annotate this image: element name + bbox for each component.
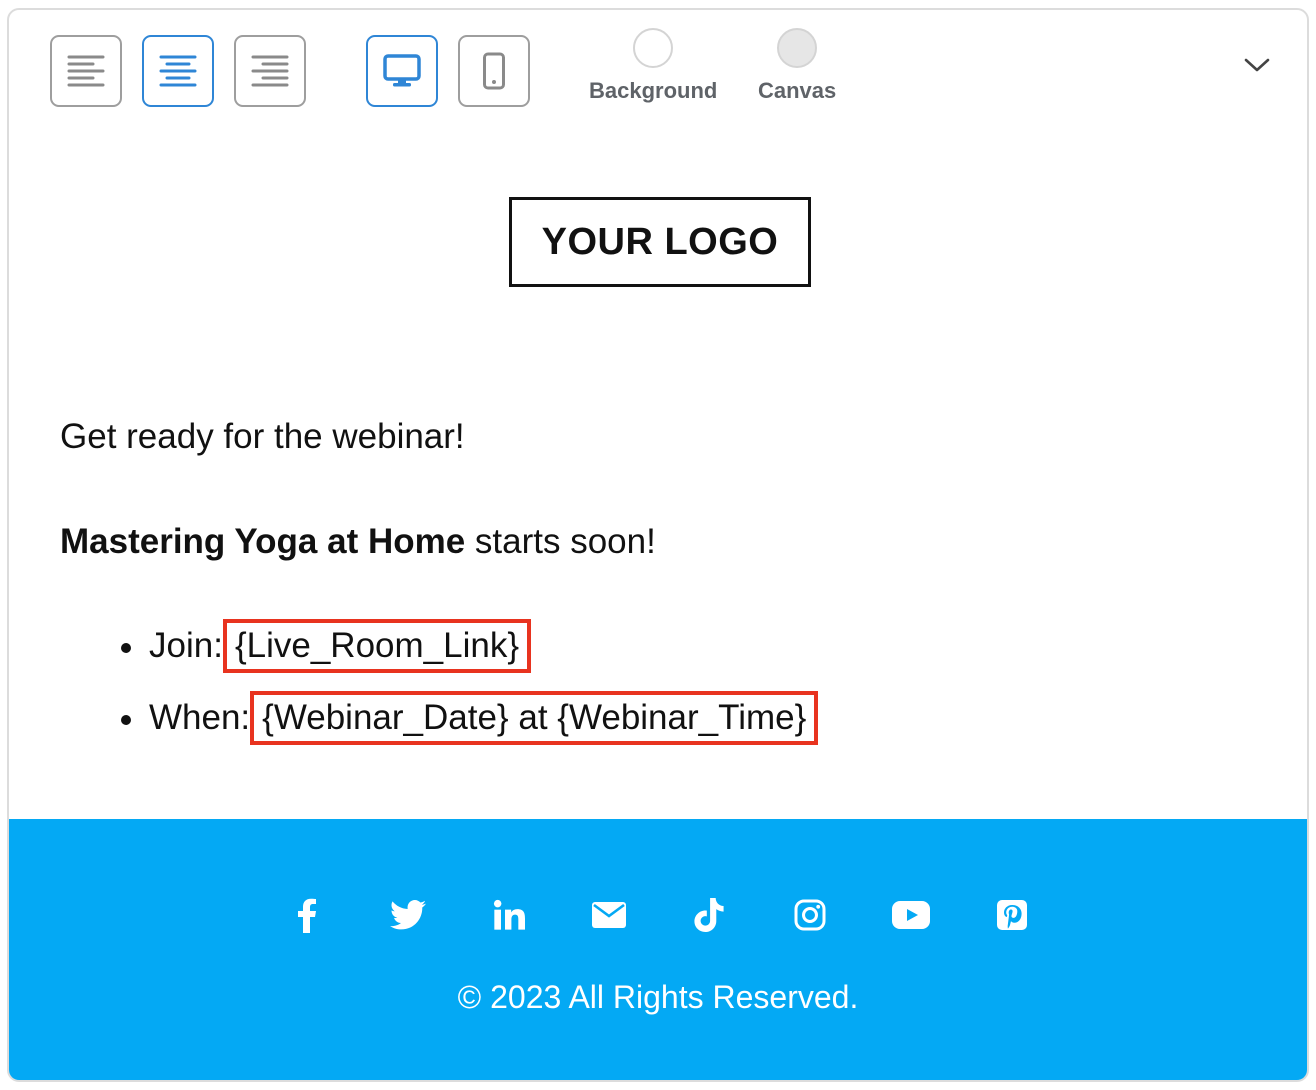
logo-text: YOUR LOGO: [541, 220, 779, 263]
linkedin-link[interactable]: [483, 889, 535, 941]
editor-toolbar: Background Canvas: [9, 10, 1307, 140]
facebook-link[interactable]: [281, 889, 333, 941]
join-label: Join:: [149, 626, 223, 665]
instagram-icon: [794, 899, 826, 931]
linkedin-icon: [493, 899, 525, 930]
align-left-icon: [67, 55, 105, 87]
headline-rest: starts soon!: [465, 522, 656, 561]
background-color-swatch[interactable]: [633, 28, 674, 68]
webinar-date-time-tag[interactable]: {Webinar_Date} at {Webinar_Time}: [250, 691, 819, 745]
live-room-link-tag[interactable]: {Live_Room_Link}: [222, 619, 532, 673]
details-list: Join: {Live_Room_Link} When: {Webinar_Date…: [117, 610, 819, 754]
canvas-label: Canvas: [758, 78, 837, 103]
desktop-view-button[interactable]: [366, 35, 438, 107]
headline-text[interactable]: Mastering Yoga at Home starts soon!: [60, 522, 656, 562]
when-label: When:: [149, 698, 251, 737]
tiktok-link[interactable]: [683, 889, 735, 941]
canvas-color-picker: Canvas: [758, 28, 836, 104]
intro-text[interactable]: Get ready for the webinar!: [60, 417, 465, 457]
pinterest-icon: [997, 900, 1027, 930]
align-left-button[interactable]: [50, 35, 122, 107]
canvas-color-swatch[interactable]: [777, 28, 818, 68]
email-footer: © 2023 All Rights Reserved.: [9, 819, 1307, 1080]
social-icons-row: [9, 889, 1307, 941]
collapse-toolbar-button[interactable]: [1237, 48, 1277, 82]
background-label: Background: [589, 78, 718, 103]
list-item[interactable]: When: {Webinar_Date} at {Webinar_Time}: [117, 682, 819, 754]
twitter-link[interactable]: [382, 889, 434, 941]
youtube-link[interactable]: [885, 889, 937, 941]
email-icon: [592, 902, 626, 928]
align-right-icon: [251, 55, 289, 87]
chevron-down-icon: [1244, 58, 1270, 72]
align-right-button[interactable]: [234, 35, 306, 107]
logo-placeholder[interactable]: YOUR LOGO: [509, 197, 811, 287]
copyright-text: © 2023 All Rights Reserved.: [457, 979, 859, 1015]
facebook-icon: [298, 898, 316, 933]
email-editor-frame: Background Canvas YOUR LOGO Get ready fo…: [7, 8, 1309, 1082]
mobile-view-button[interactable]: [458, 35, 530, 107]
instagram-link[interactable]: [784, 889, 836, 941]
pinterest-link[interactable]: [986, 889, 1038, 941]
mobile-phone-icon: [483, 52, 505, 90]
youtube-icon: [892, 901, 930, 929]
twitter-icon: [390, 900, 426, 930]
desktop-icon: [383, 54, 421, 87]
email-link[interactable]: [583, 889, 635, 941]
tiktok-icon: [694, 898, 724, 932]
list-item[interactable]: Join: {Live_Room_Link}: [117, 610, 818, 682]
webinar-title: Mastering Yoga at Home: [60, 522, 466, 561]
background-color-picker: Background: [589, 28, 717, 104]
align-center-button[interactable]: [142, 35, 214, 107]
align-center-icon: [159, 55, 197, 87]
